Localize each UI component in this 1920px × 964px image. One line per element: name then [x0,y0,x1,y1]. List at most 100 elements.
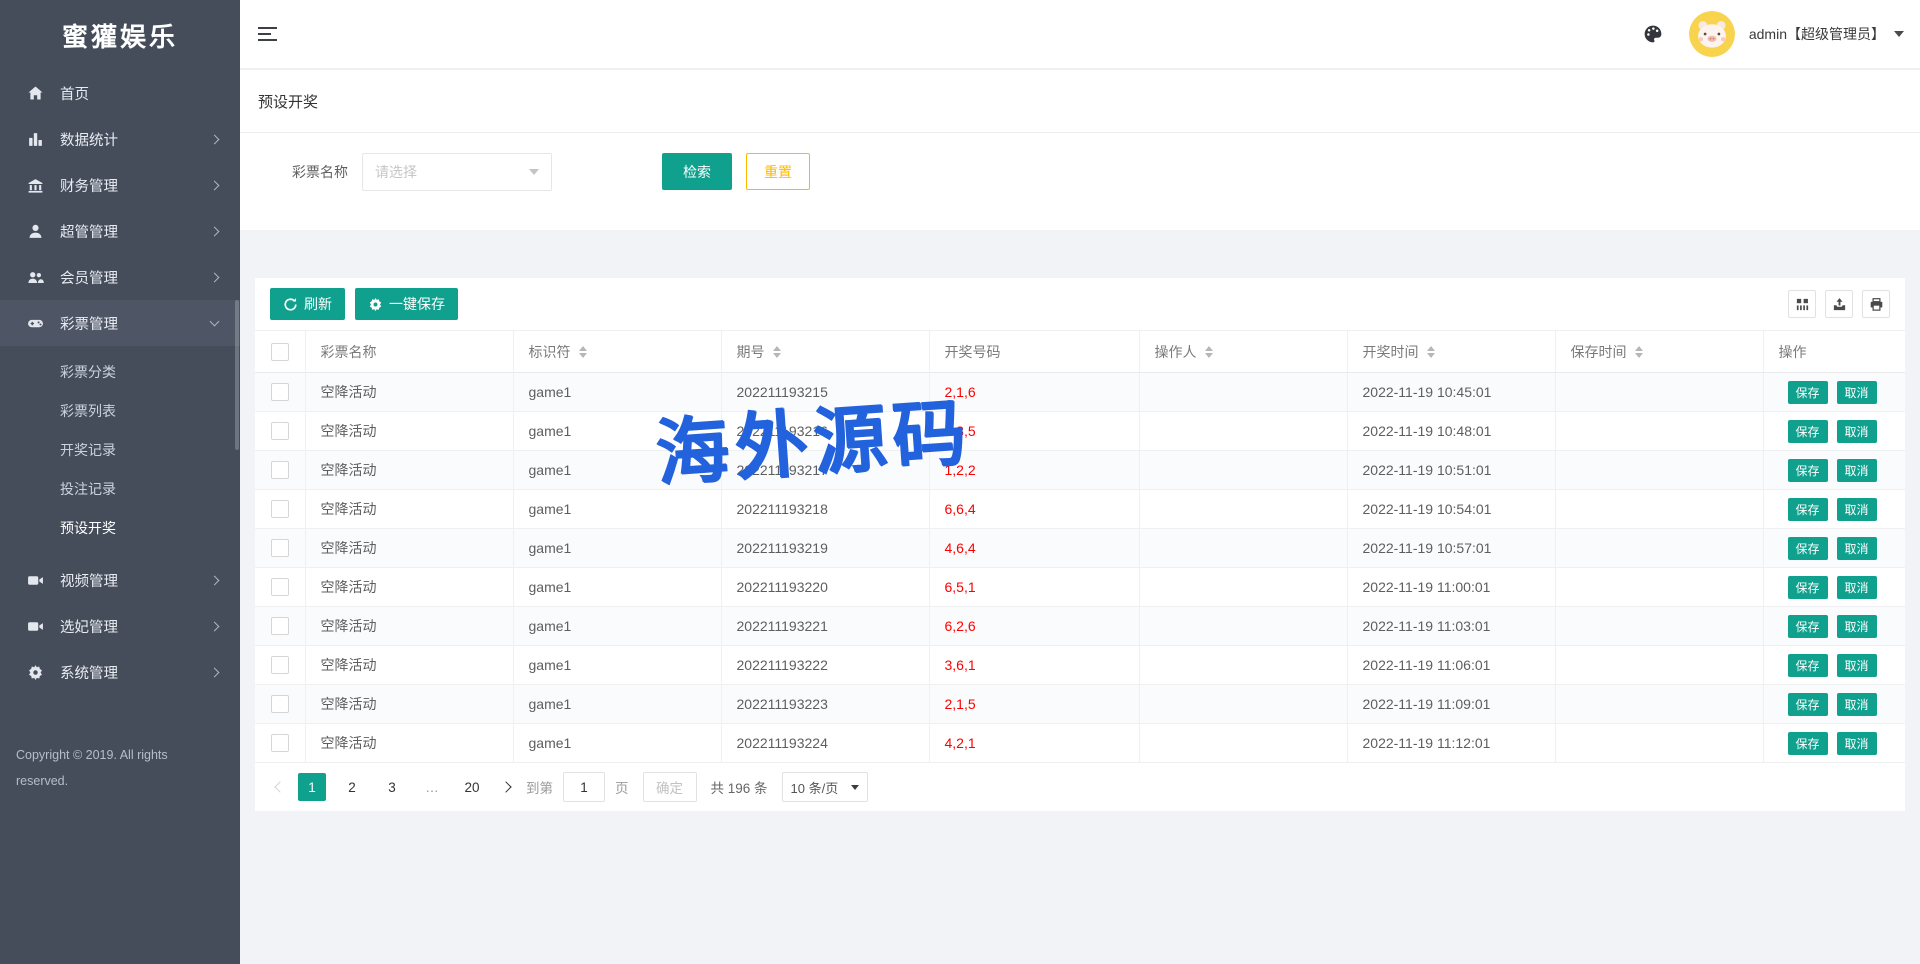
row-checkbox[interactable] [271,578,289,596]
column-header-actions: 操作 [1763,331,1905,373]
confirm-button[interactable]: 确定 [643,772,697,802]
sidebar-subitem-bet-records[interactable]: 投注记录 [0,470,240,509]
page-button-2[interactable]: 2 [338,773,366,801]
table-header-row: 彩票名称标识符期号开奖号码操作人开奖时间保存时间操作 [255,331,1905,373]
save-button[interactable]: 保存 [1788,381,1828,404]
sidebar-item-girls[interactable]: 选妃管理 [0,603,240,649]
sidebar-item-video[interactable]: 视频管理 [0,557,240,603]
save-button[interactable]: 保存 [1788,459,1828,482]
avatar[interactable] [1689,11,1735,57]
export-icon[interactable] [1825,290,1853,318]
cell-save-time [1555,646,1763,685]
cancel-button[interactable]: 取消 [1837,615,1877,638]
sidebar-item-finance[interactable]: 财务管理 [0,162,240,208]
sidebar: 蜜獾娱乐 首页数据统计财务管理超管管理会员管理彩票管理彩票分类彩票列表开奖记录投… [0,0,240,964]
group-icon [26,268,44,286]
column-header-issue[interactable]: 期号 [721,331,929,373]
table-row: 空降活动game12022111932216,2,62022-11-19 11:… [255,607,1905,646]
sidebar-item-members[interactable]: 会员管理 [0,254,240,300]
sidebar-item-super-admin[interactable]: 超管管理 [0,208,240,254]
sidebar-subitem-preset-draw[interactable]: 预设开奖 [0,509,240,548]
topbar-right: admin【超级管理员】 [1643,11,1904,57]
chevron-right-icon [210,272,220,282]
refresh-icon [283,297,298,312]
menu-toggle-icon[interactable] [258,27,278,41]
print-icon[interactable] [1862,290,1890,318]
sidebar-item-home[interactable]: 首页 [0,70,240,116]
cell-code: game1 [513,373,721,412]
save-button[interactable]: 保存 [1788,732,1828,755]
sort-icon[interactable] [1205,346,1213,358]
row-checkbox[interactable] [271,500,289,518]
table-row: 空降活动game12022111932186,6,42022-11-19 10:… [255,490,1905,529]
row-checkbox[interactable] [271,656,289,674]
row-checkbox[interactable] [271,734,289,752]
column-header-draw-time[interactable]: 开奖时间 [1347,331,1555,373]
cell-save-time [1555,529,1763,568]
sidebar-scrollbar[interactable] [235,300,239,450]
row-checkbox[interactable] [271,539,289,557]
cancel-button[interactable]: 取消 [1837,459,1877,482]
cell-lottery-name: 空降活动 [305,607,513,646]
sort-icon[interactable] [773,346,781,358]
column-header-name: 彩票名称 [305,331,513,373]
search-button[interactable]: 检索 [662,153,732,190]
column-header-operator[interactable]: 操作人 [1139,331,1347,373]
row-checkbox[interactable] [271,695,289,713]
pagination-pages: 123…20 [298,773,498,801]
user-menu[interactable]: admin【超级管理员】 [1749,24,1885,44]
gear-icon [368,297,383,312]
page-button-3[interactable]: 3 [378,773,406,801]
goto-page-input[interactable] [563,772,605,802]
page-size-select[interactable]: 10 条/页 [782,772,868,802]
save-button[interactable]: 保存 [1788,615,1828,638]
row-checkbox[interactable] [271,422,289,440]
sidebar-item-system[interactable]: 系统管理 [0,649,240,695]
row-checkbox[interactable] [271,461,289,479]
reset-button[interactable]: 重置 [746,153,810,190]
cancel-button[interactable]: 取消 [1837,381,1877,404]
save-button[interactable]: 保存 [1788,420,1828,443]
cell-operator [1139,529,1347,568]
lottery-name-select[interactable]: 请选择 [362,153,552,191]
cancel-button[interactable]: 取消 [1837,693,1877,716]
page-button-1[interactable]: 1 [298,773,326,801]
person-icon [26,222,44,240]
next-page-icon[interactable] [500,781,511,792]
cancel-button[interactable]: 取消 [1837,732,1877,755]
sort-icon[interactable] [1427,346,1435,358]
save-button[interactable]: 保存 [1788,576,1828,599]
cell-lottery-name: 空降活动 [305,412,513,451]
refresh-button[interactable]: 刷新 [270,288,345,320]
sidebar-item-lottery[interactable]: 彩票管理 [0,300,240,346]
save-button[interactable]: 保存 [1788,654,1828,677]
cancel-button[interactable]: 取消 [1837,576,1877,599]
theme-palette-icon[interactable] [1643,24,1663,44]
page-button-20[interactable]: 20 [458,773,486,801]
column-header-code[interactable]: 标识符 [513,331,721,373]
prev-page-icon[interactable] [274,781,285,792]
column-header-save-time[interactable]: 保存时间 [1555,331,1763,373]
cancel-button[interactable]: 取消 [1837,537,1877,560]
table-row: 空降活动game12022111932161,3,52022-11-19 10:… [255,412,1905,451]
sidebar-subitem-draw-records[interactable]: 开奖记录 [0,431,240,470]
header-checkbox[interactable] [271,343,289,361]
cancel-button[interactable]: 取消 [1837,420,1877,443]
save-button[interactable]: 保存 [1788,498,1828,521]
chevron-down-icon[interactable] [1894,31,1904,37]
cancel-button[interactable]: 取消 [1837,498,1877,521]
sidebar-item-stats[interactable]: 数据统计 [0,116,240,162]
row-checkbox[interactable] [271,383,289,401]
sidebar-subitem-lottery-list[interactable]: 彩票列表 [0,392,240,431]
sort-icon[interactable] [1635,346,1643,358]
cell-draw-time: 2022-11-19 11:00:01 [1347,568,1555,607]
sidebar-subitem-lottery-category[interactable]: 彩票分类 [0,353,240,392]
save-button[interactable]: 保存 [1788,537,1828,560]
cell-operator [1139,490,1347,529]
save-all-button[interactable]: 一键保存 [355,288,458,320]
row-checkbox[interactable] [271,617,289,635]
sort-icon[interactable] [579,346,587,358]
columns-layout-icon[interactable] [1788,290,1816,318]
save-button[interactable]: 保存 [1788,693,1828,716]
cancel-button[interactable]: 取消 [1837,654,1877,677]
